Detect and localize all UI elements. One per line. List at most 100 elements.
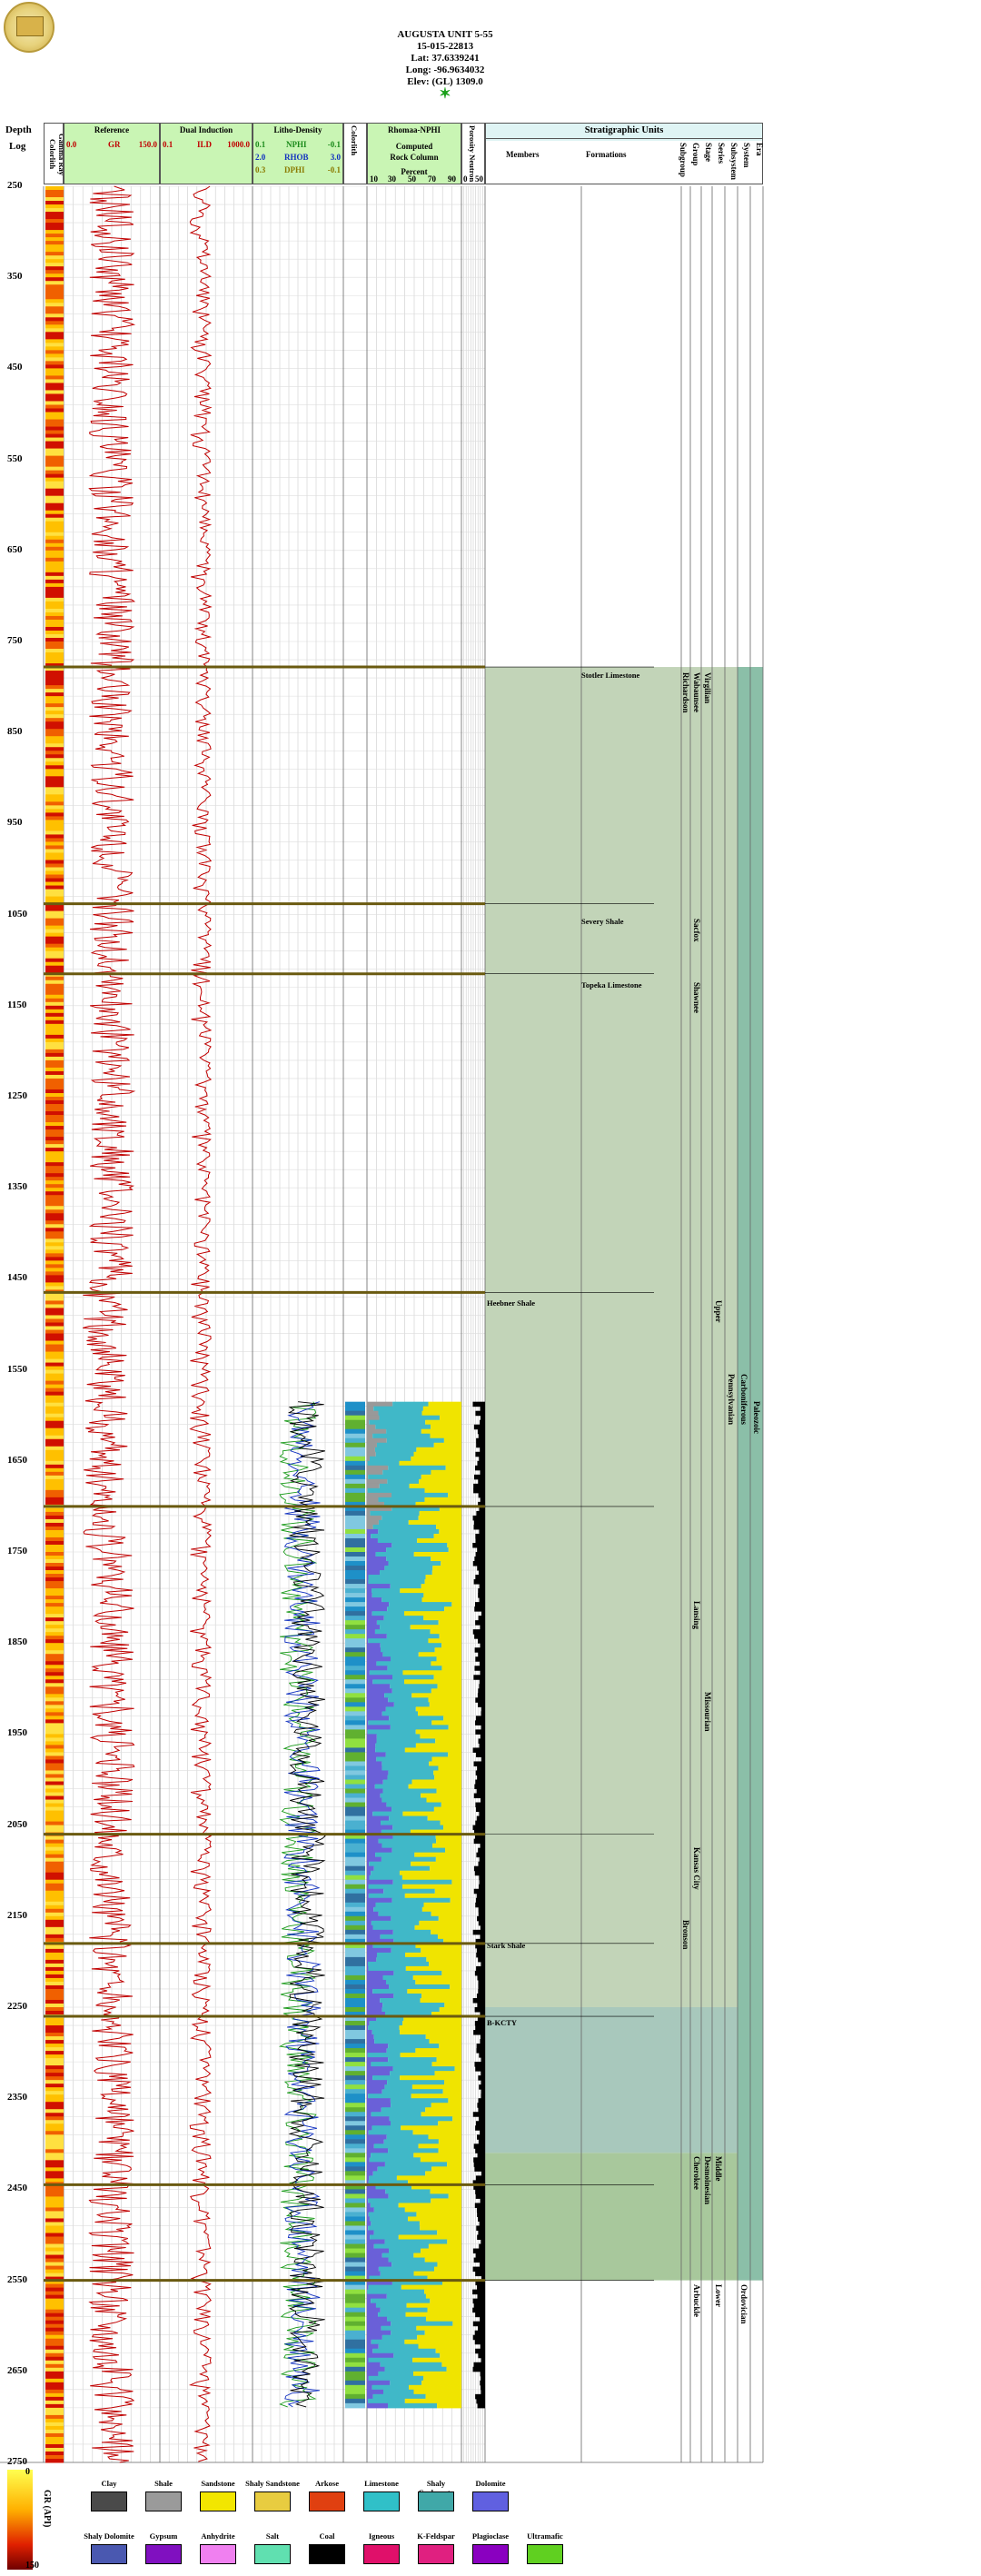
rock-limestone bbox=[392, 1929, 431, 1935]
gamma-colorlith-band bbox=[45, 241, 64, 245]
gamma-colorlith-band bbox=[45, 1908, 64, 1914]
rock-sandstone bbox=[399, 1870, 461, 1876]
colorlith-band bbox=[345, 2053, 365, 2058]
colorlith-band bbox=[345, 1528, 365, 1535]
colorlith-band bbox=[345, 1961, 365, 1967]
gamma-colorlith-band bbox=[45, 255, 64, 260]
gamma-colorlith-band bbox=[45, 2102, 64, 2106]
gamma-colorlith-band bbox=[45, 2171, 64, 2175]
gamma-colorlith-band bbox=[45, 2185, 64, 2190]
rock-sandstone bbox=[421, 1428, 461, 1435]
rock-sandstone bbox=[407, 1988, 461, 1994]
colorlith-band bbox=[345, 1793, 365, 1799]
colorlith-band bbox=[345, 1465, 365, 1471]
rock-limestone bbox=[376, 1734, 421, 1739]
rock-sandstone bbox=[428, 2134, 461, 2140]
rock-limestone bbox=[390, 2071, 435, 2076]
porosity-fill bbox=[480, 2130, 485, 2135]
gamma-colorlith-band bbox=[45, 1493, 64, 1498]
gamma-colorlith-band bbox=[45, 317, 64, 322]
colorlith-band bbox=[345, 2307, 365, 2313]
rock-sandstone bbox=[451, 1879, 461, 1885]
rock-sandstone bbox=[441, 1970, 461, 1976]
gamma-colorlith-band bbox=[45, 743, 64, 748]
gamma-colorlith-band bbox=[45, 765, 64, 770]
gamma-colorlith-band bbox=[45, 481, 64, 486]
porosity-fill bbox=[480, 1925, 485, 1931]
porosity-fill bbox=[473, 2143, 485, 2149]
porosity-fill bbox=[479, 1597, 485, 1603]
porosity-fill bbox=[476, 1510, 485, 1517]
rock-limestone bbox=[382, 1797, 427, 1804]
colorlith-band bbox=[345, 2334, 365, 2341]
gamma-colorlith-band bbox=[45, 1318, 64, 1323]
rock-limestone bbox=[393, 1970, 442, 1976]
colorlith-band bbox=[345, 1552, 365, 1557]
gamma-colorlith-band bbox=[45, 259, 64, 264]
porosity-fill bbox=[477, 1974, 485, 1981]
gamma-colorlith-band bbox=[45, 1981, 64, 1986]
gamma-colorlith-band bbox=[45, 2214, 64, 2219]
colorlith-band bbox=[345, 1579, 365, 1585]
rock-sandstone bbox=[423, 1593, 461, 1598]
gamma-colorlith-band bbox=[45, 1111, 64, 1116]
gamma-colorlith-band bbox=[45, 1944, 64, 1950]
gamma-colorlith-band bbox=[45, 404, 64, 409]
rock-sandstone bbox=[423, 1902, 461, 1908]
gamma-colorlith-band bbox=[45, 2203, 64, 2208]
gamma-colorlith-band bbox=[45, 281, 64, 285]
gamma-colorlith-band bbox=[45, 2349, 64, 2354]
rock-dolomite-shale bbox=[367, 1965, 369, 1972]
gamma-colorlith-band bbox=[45, 747, 64, 751]
gamma-colorlith-band bbox=[45, 1297, 64, 1301]
colorlith-band bbox=[345, 2266, 365, 2273]
rock-dolomite-shale bbox=[367, 1711, 382, 1716]
gamma-colorlith-band bbox=[45, 2367, 64, 2372]
rock-sandstone bbox=[437, 2230, 461, 2235]
gamma-colorlith-band bbox=[45, 346, 64, 351]
gamma-colorlith-band bbox=[45, 820, 64, 824]
gamma-colorlith-band bbox=[45, 310, 64, 314]
rock-limestone bbox=[377, 2166, 432, 2172]
porosity-fill bbox=[477, 1460, 485, 1467]
gamma-colorlith-band bbox=[45, 622, 64, 628]
rock-limestone bbox=[373, 2143, 419, 2149]
gamma-colorlith-band bbox=[45, 2425, 64, 2431]
colorlith-band bbox=[345, 1725, 365, 1730]
gamma-colorlith-band bbox=[45, 1278, 64, 1283]
colorlith-band bbox=[345, 1847, 365, 1854]
gamma-colorlith-band bbox=[45, 2262, 64, 2267]
gamma-colorlith-band bbox=[45, 633, 64, 639]
porosity-fill bbox=[474, 1666, 485, 1671]
rock-dolomite-shale bbox=[367, 1647, 382, 1653]
rock-dolomite-shale bbox=[367, 1552, 376, 1557]
gamma-colorlith-band bbox=[45, 1835, 64, 1841]
gamma-colorlith-band bbox=[45, 1603, 64, 1607]
rock-dolomite-shale bbox=[367, 2330, 391, 2336]
rock-sandstone bbox=[430, 1865, 461, 1872]
gamma-colorlith-band bbox=[45, 830, 64, 835]
rock-sandstone bbox=[431, 1661, 461, 1666]
porosity-fill bbox=[473, 1424, 485, 1430]
colorlith-band bbox=[345, 2171, 365, 2176]
rock-limestone bbox=[388, 1770, 434, 1775]
gamma-colorlith-band bbox=[45, 2236, 64, 2242]
legend-swatch bbox=[145, 2544, 182, 2564]
gamma-colorlith-band bbox=[45, 1741, 64, 1746]
colorlith-band bbox=[345, 1666, 365, 1671]
gamma-colorlith-band bbox=[45, 1592, 64, 1596]
gamma-colorlith-band bbox=[45, 1581, 64, 1586]
gamma-colorlith-band bbox=[45, 2352, 64, 2358]
gamma-colorlith-band bbox=[45, 758, 64, 762]
rock-sandstone bbox=[424, 2257, 461, 2263]
gamma-colorlith-band bbox=[45, 462, 64, 468]
rock-dolomite-shale bbox=[367, 1616, 384, 1621]
gamma-colorlith-band bbox=[45, 1726, 64, 1731]
gamma-colorlith-band bbox=[45, 1966, 64, 1972]
gamma-colorlith-band bbox=[45, 2287, 64, 2293]
rock-dolomite-shale bbox=[367, 1756, 377, 1762]
rock-dolomite-shale bbox=[367, 1510, 371, 1517]
gamma-colorlith-band bbox=[45, 751, 64, 755]
gamma-colorlith-band bbox=[45, 1984, 64, 1990]
gamma-colorlith-band bbox=[45, 2440, 64, 2445]
